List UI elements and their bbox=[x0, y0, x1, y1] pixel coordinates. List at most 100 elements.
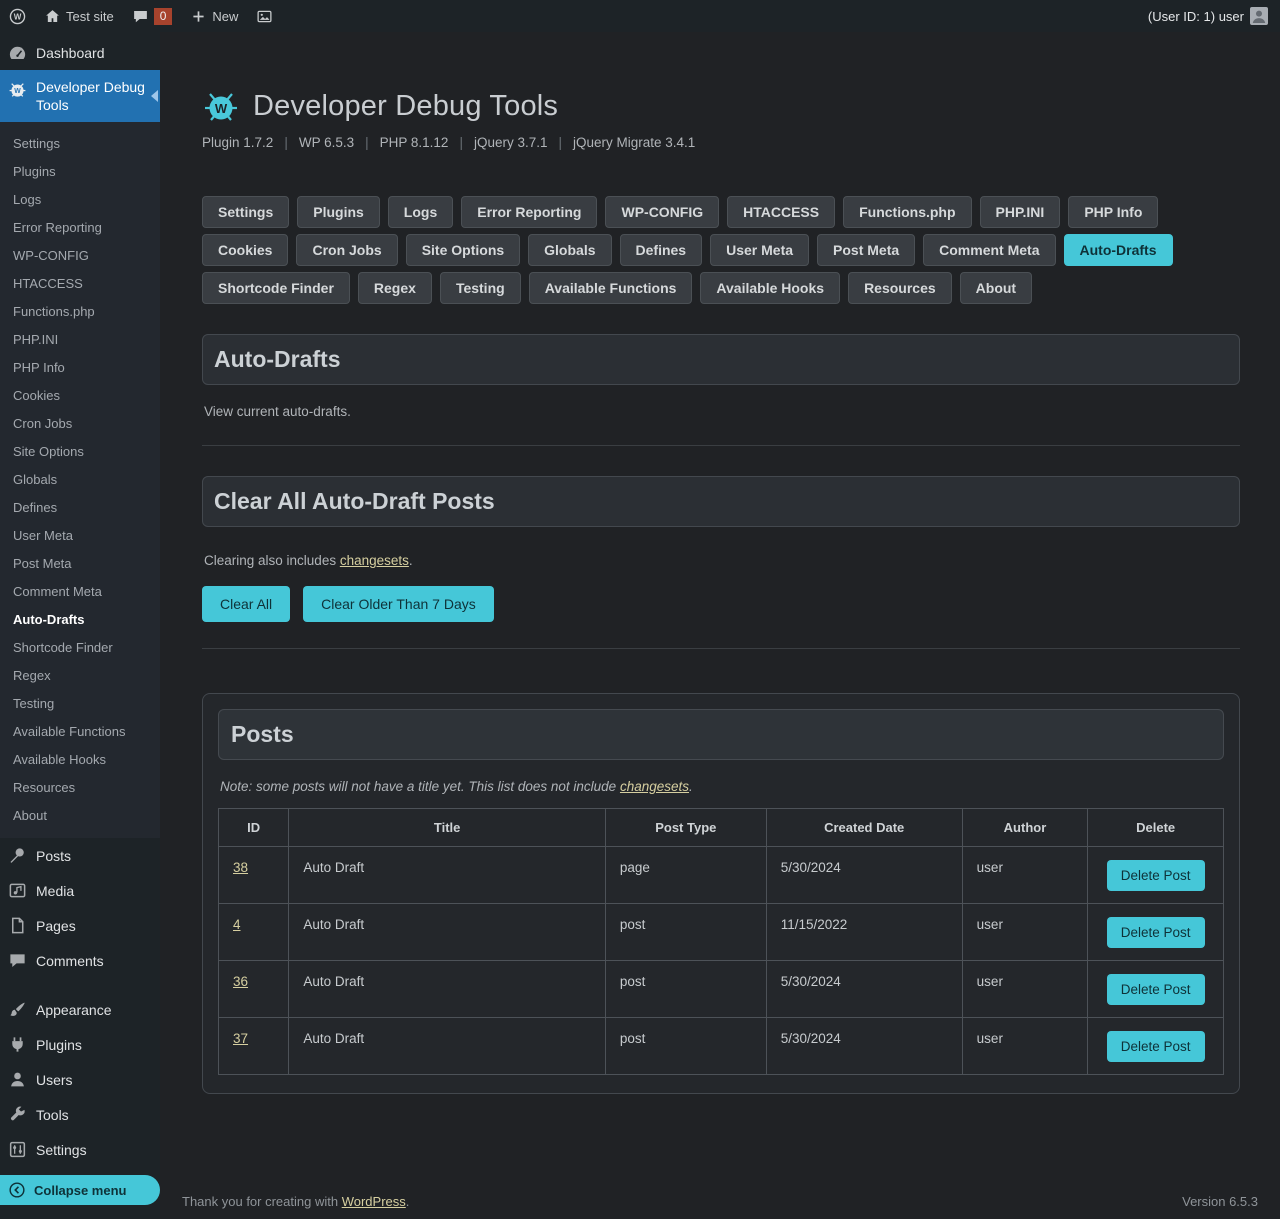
column-header-title: Title bbox=[289, 809, 606, 847]
sidebar-item-settings[interactable]: Settings bbox=[0, 1132, 160, 1167]
new-button[interactable]: New bbox=[181, 0, 247, 32]
svg-text:W: W bbox=[14, 88, 21, 95]
sidebar-sub-shortcode-finder[interactable]: Shortcode Finder bbox=[0, 633, 160, 661]
clear-all-button[interactable]: Clear All bbox=[202, 586, 290, 622]
sidebar-item-users[interactable]: Users bbox=[0, 1062, 160, 1097]
sidebar-item-dashboard[interactable]: Dashboard bbox=[0, 32, 160, 70]
sidebar-item-pages[interactable]: Pages bbox=[0, 908, 160, 943]
delete-post-button[interactable]: Delete Post bbox=[1107, 917, 1205, 948]
tab-available-functions[interactable]: Available Functions bbox=[529, 272, 693, 304]
tab-defines[interactable]: Defines bbox=[620, 234, 703, 266]
delete-post-button[interactable]: Delete Post bbox=[1107, 860, 1205, 891]
changesets-link[interactable]: changesets bbox=[340, 553, 409, 568]
cell-author: user bbox=[962, 904, 1088, 961]
sidebar-sub-auto-drafts[interactable]: Auto-Drafts bbox=[0, 605, 160, 633]
tab-about[interactable]: About bbox=[960, 272, 1032, 304]
sidebar-sub-cookies[interactable]: Cookies bbox=[0, 381, 160, 409]
sidebar-sub-error-reporting[interactable]: Error Reporting bbox=[0, 213, 160, 241]
site-home-link[interactable]: Test site bbox=[35, 0, 123, 32]
posts-panel: Posts Note: some posts will not have a t… bbox=[202, 693, 1240, 1094]
tab-globals[interactable]: Globals bbox=[528, 234, 611, 266]
sidebar-item-tools[interactable]: Tools bbox=[0, 1097, 160, 1132]
tab-functions-php[interactable]: Functions.php bbox=[843, 196, 971, 228]
sidebar-sub-settings[interactable]: Settings bbox=[0, 129, 160, 157]
collapse-menu-button[interactable]: Collapse menu bbox=[0, 1175, 160, 1205]
auto-drafts-description: View current auto-drafts. bbox=[204, 404, 1238, 419]
changesets-link[interactable]: changesets bbox=[620, 779, 689, 794]
sidebar-item-plugins[interactable]: Plugins bbox=[0, 1027, 160, 1062]
sidebar-sub-regex[interactable]: Regex bbox=[0, 661, 160, 689]
comments-shortcut[interactable]: 0 bbox=[123, 0, 182, 32]
sidebar-sub-wp-config[interactable]: WP-CONFIG bbox=[0, 241, 160, 269]
sidebar-sub-site-options[interactable]: Site Options bbox=[0, 437, 160, 465]
sidebar-sub-php-ini[interactable]: PHP.INI bbox=[0, 325, 160, 353]
account-menu[interactable]: (User ID: 1) user bbox=[1148, 7, 1280, 25]
sidebar-sub-about[interactable]: About bbox=[0, 801, 160, 829]
tab-user-meta[interactable]: User Meta bbox=[710, 234, 809, 266]
tab-shortcode-finder[interactable]: Shortcode Finder bbox=[202, 272, 350, 304]
sidebar-item-posts[interactable]: Posts bbox=[0, 838, 160, 873]
tab-wp-config[interactable]: WP-CONFIG bbox=[605, 196, 719, 228]
posts-note: Note: some posts will not have a title y… bbox=[220, 779, 1222, 794]
cell-id: 4 bbox=[219, 904, 289, 961]
pin-icon bbox=[8, 846, 27, 865]
tab-resources[interactable]: Resources bbox=[848, 272, 952, 304]
auto-drafts-section-title: Auto-Drafts bbox=[202, 334, 1240, 385]
divider bbox=[202, 445, 1240, 446]
tab-plugins[interactable]: Plugins bbox=[297, 196, 380, 228]
post-id-link[interactable]: 4 bbox=[233, 917, 241, 932]
media-shortcut[interactable] bbox=[247, 0, 282, 32]
sidebar-sub-functions-php[interactable]: Functions.php bbox=[0, 297, 160, 325]
sidebar-sub-available-hooks[interactable]: Available Hooks bbox=[0, 745, 160, 773]
sidebar-sub-globals[interactable]: Globals bbox=[0, 465, 160, 493]
sidebar-item-developer-debug-tools[interactable]: W Developer Debug Tools bbox=[0, 70, 160, 122]
sidebar-sub-testing[interactable]: Testing bbox=[0, 689, 160, 717]
wordpress-link[interactable]: WordPress bbox=[342, 1194, 406, 1209]
tab-php-ini[interactable]: PHP.INI bbox=[980, 196, 1061, 228]
sidebar-item-media[interactable]: Media bbox=[0, 873, 160, 908]
sidebar-sub-resources[interactable]: Resources bbox=[0, 773, 160, 801]
sidebar-item-appearance[interactable]: Appearance bbox=[0, 992, 160, 1027]
sidebar-sub-php-info[interactable]: PHP Info bbox=[0, 353, 160, 381]
tab-testing[interactable]: Testing bbox=[440, 272, 521, 304]
cell-post-type: page bbox=[605, 847, 766, 904]
sidebar-sub-defines[interactable]: Defines bbox=[0, 493, 160, 521]
sidebar-sub-logs[interactable]: Logs bbox=[0, 185, 160, 213]
post-id-link[interactable]: 37 bbox=[233, 1031, 248, 1046]
sidebar-sub-comment-meta[interactable]: Comment Meta bbox=[0, 577, 160, 605]
tab-available-hooks[interactable]: Available Hooks bbox=[700, 272, 840, 304]
sidebar-sub-available-functions[interactable]: Available Functions bbox=[0, 717, 160, 745]
delete-post-button[interactable]: Delete Post bbox=[1107, 1031, 1205, 1062]
tab-auto-drafts[interactable]: Auto-Drafts bbox=[1064, 234, 1173, 266]
wordpress-menu[interactable]: W bbox=[0, 0, 35, 32]
page-header: W Developer Debug Tools bbox=[202, 88, 1240, 124]
clear-older-button[interactable]: Clear Older Than 7 Days bbox=[303, 586, 494, 622]
footer-thanks: Thank you for creating with WordPress. bbox=[182, 1194, 409, 1209]
tab-post-meta[interactable]: Post Meta bbox=[817, 234, 915, 266]
post-id-link[interactable]: 36 bbox=[233, 974, 248, 989]
sidebar-item-comments[interactable]: Comments bbox=[0, 943, 160, 978]
post-id-link[interactable]: 38 bbox=[233, 860, 248, 875]
appearance-icon bbox=[8, 1000, 27, 1019]
cell-created-date: 5/30/2024 bbox=[766, 847, 962, 904]
sidebar-sub-user-meta[interactable]: User Meta bbox=[0, 521, 160, 549]
sidebar-sub-htaccess[interactable]: HTACCESS bbox=[0, 269, 160, 297]
tab-php-info[interactable]: PHP Info bbox=[1068, 196, 1158, 228]
tab-htaccess[interactable]: HTACCESS bbox=[727, 196, 835, 228]
tab-settings[interactable]: Settings bbox=[202, 196, 289, 228]
sidebar-sub-post-meta[interactable]: Post Meta bbox=[0, 549, 160, 577]
tab-site-options[interactable]: Site Options bbox=[406, 234, 520, 266]
sidebar-sub-plugins[interactable]: Plugins bbox=[0, 157, 160, 185]
sidebar-sub-cron-jobs[interactable]: Cron Jobs bbox=[0, 409, 160, 437]
tab-comment-meta[interactable]: Comment Meta bbox=[923, 234, 1055, 266]
tab-regex[interactable]: Regex bbox=[358, 272, 432, 304]
meta-jquery-version: jQuery 3.7.1 bbox=[474, 135, 573, 150]
home-icon bbox=[44, 8, 61, 25]
cell-post-type: post bbox=[605, 961, 766, 1018]
tab-cron-jobs[interactable]: Cron Jobs bbox=[296, 234, 397, 266]
tab-logs[interactable]: Logs bbox=[388, 196, 453, 228]
delete-post-button[interactable]: Delete Post bbox=[1107, 974, 1205, 1005]
cell-author: user bbox=[962, 961, 1088, 1018]
tab-cookies[interactable]: Cookies bbox=[202, 234, 288, 266]
tab-error-reporting[interactable]: Error Reporting bbox=[461, 196, 597, 228]
